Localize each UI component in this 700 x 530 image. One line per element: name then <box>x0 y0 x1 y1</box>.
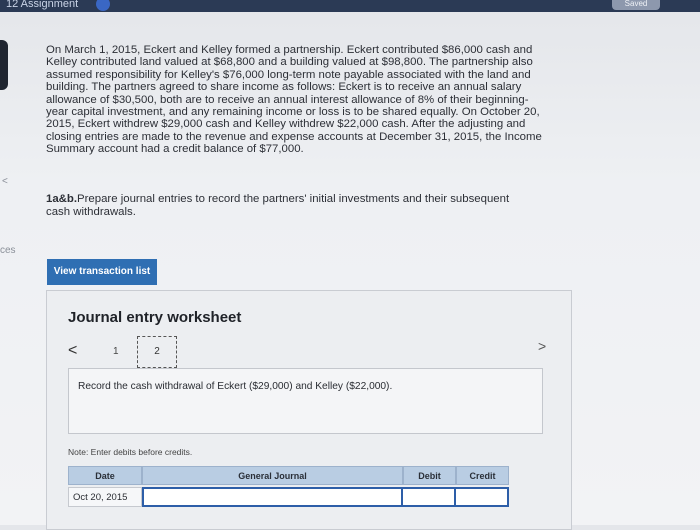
chevron-left-icon[interactable]: < <box>2 176 8 187</box>
debits-note: Note: Enter debits before credits. <box>68 447 193 457</box>
view-transaction-list-button[interactable]: View transaction list <box>47 259 157 285</box>
instruction-number: 1a&b. <box>46 193 78 205</box>
table-row-date-cell: Oct 20, 2015 <box>68 487 142 507</box>
prev-page-chevron-icon[interactable]: < <box>68 342 77 360</box>
column-header-debit: Debit <box>403 466 456 485</box>
column-header-date: Date <box>68 466 142 485</box>
instruction-text: Prepare journal entries to record the pa… <box>46 193 510 218</box>
column-header-general-journal: General Journal <box>142 466 403 485</box>
assignment-title: 12 Assignment <box>6 0 79 10</box>
top-bar: 12 Assignment Saved <box>0 0 700 12</box>
record-instruction-text: Record the cash withdrawal of Eckert ($2… <box>78 381 393 392</box>
next-page-chevron-icon[interactable]: > <box>538 338 546 354</box>
help-icon[interactable] <box>96 0 110 11</box>
column-header-credit: Credit <box>456 466 509 485</box>
page-tab-2-active[interactable]: 2 <box>137 336 177 368</box>
credit-input[interactable] <box>456 487 509 507</box>
worksheet-title: Journal entry worksheet <box>68 309 242 326</box>
side-label: ces <box>0 245 16 256</box>
problem-statement: On March 1, 2015, Eckert and Kelley form… <box>46 44 542 156</box>
saved-badge: Saved <box>612 0 660 10</box>
general-journal-input[interactable] <box>142 487 403 507</box>
instruction: 1a&b.Prepare journal entries to record t… <box>46 193 516 219</box>
debit-input[interactable] <box>403 487 456 507</box>
page-tab-1[interactable]: 1 <box>113 346 119 357</box>
record-instruction-box <box>68 368 543 434</box>
side-tab[interactable] <box>0 40 8 90</box>
